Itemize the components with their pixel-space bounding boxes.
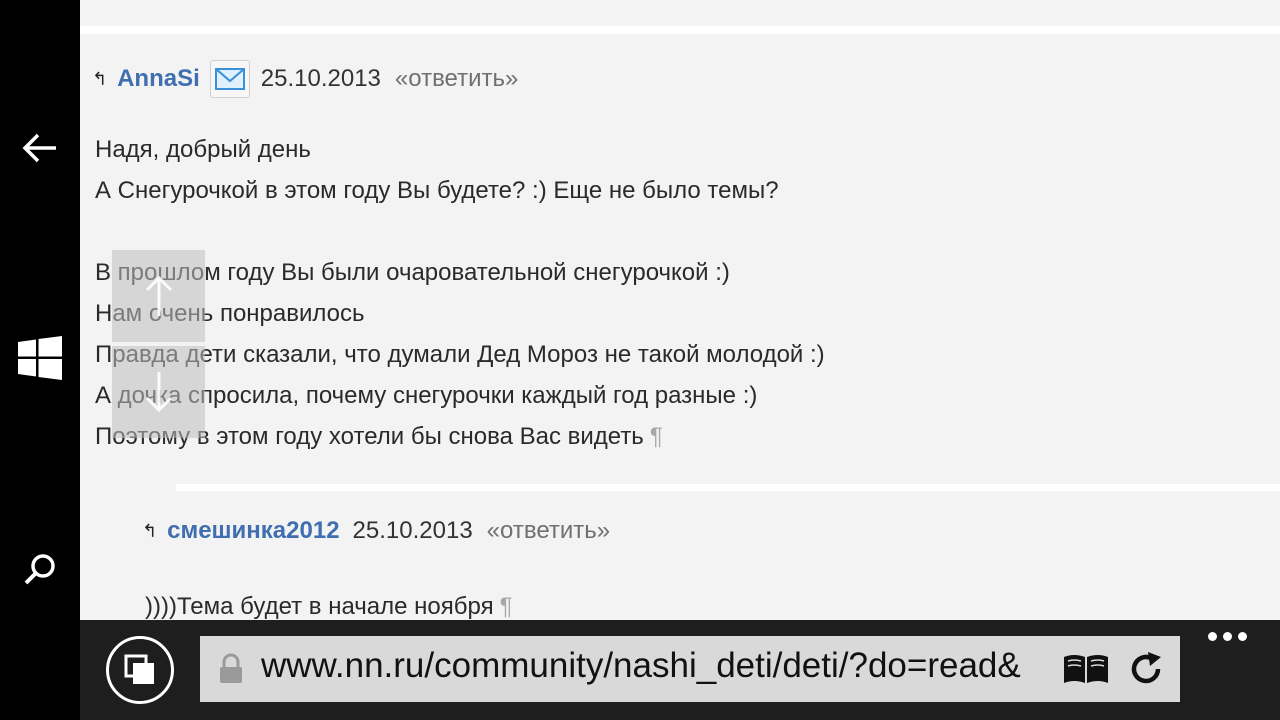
reply-link[interactable]: «ответить» xyxy=(395,65,518,93)
comment-date: 25.10.2013 xyxy=(352,517,473,544)
reply-link[interactable]: «ответить» xyxy=(487,517,610,545)
search-icon xyxy=(24,554,55,585)
reply-arrow-icon: ↰ xyxy=(142,520,158,541)
comment-author[interactable]: смешинка2012 xyxy=(167,517,339,545)
mail-icon xyxy=(214,68,245,90)
arrow-up-icon xyxy=(145,275,172,316)
reply-arrow-icon: ↰ xyxy=(92,68,108,89)
comment-line: Надя, добрый день xyxy=(95,136,311,163)
comment-line: А Снегурочкой в этом году Вы будете? :) … xyxy=(95,177,779,204)
comment-header: ↰ смешинка2012 25.10.2013 «ответить» xyxy=(142,513,610,549)
search-button[interactable] xyxy=(0,530,80,610)
system-nav-bar xyxy=(0,0,80,720)
tabs-button[interactable] xyxy=(106,636,174,704)
more-dot xyxy=(1223,632,1232,641)
url-text[interactable]: www.nn.ru/community/nashi_deti/deti/?do=… xyxy=(261,646,1041,686)
more-dot xyxy=(1238,632,1247,641)
pilcrow-link[interactable]: ¶ xyxy=(650,423,663,450)
reading-view-icon[interactable] xyxy=(1062,653,1110,685)
reply-divider xyxy=(176,484,1280,491)
comment-last-line: ))))Тема будет в начале ноября ¶ xyxy=(145,593,512,620)
back-arrow-icon xyxy=(22,133,56,163)
windows-logo-icon xyxy=(18,336,62,380)
more-dot xyxy=(1208,632,1217,641)
send-message-button[interactable] xyxy=(209,60,250,98)
tabs-icon xyxy=(124,654,154,684)
more-icon[interactable] xyxy=(1208,632,1247,641)
web-content: ↰ AnnaSi 25.10.2013 «ответить» Надя, доб… xyxy=(80,0,1280,620)
lock-icon xyxy=(220,653,242,683)
scroll-down-button[interactable] xyxy=(112,346,205,438)
comment-divider xyxy=(80,26,1280,34)
arrow-down-icon xyxy=(145,372,172,413)
scroll-up-button[interactable] xyxy=(112,250,205,342)
back-button[interactable] xyxy=(0,108,80,188)
refresh-icon[interactable] xyxy=(1128,651,1164,687)
comment-header: ↰ AnnaSi 25.10.2013 «ответить» xyxy=(92,59,518,99)
browser-address-bar: www.nn.ru/community/nashi_deti/deti/?do=… xyxy=(80,620,1280,720)
start-button[interactable] xyxy=(0,318,80,398)
comment-line-text: ))))Тема будет в начале ноября xyxy=(145,593,494,620)
pilcrow-link[interactable]: ¶ xyxy=(500,593,513,620)
comment-author[interactable]: AnnaSi xyxy=(117,65,200,93)
comment-date: 25.10.2013 xyxy=(260,65,381,92)
url-box[interactable]: www.nn.ru/community/nashi_deti/deti/?do=… xyxy=(200,636,1180,702)
